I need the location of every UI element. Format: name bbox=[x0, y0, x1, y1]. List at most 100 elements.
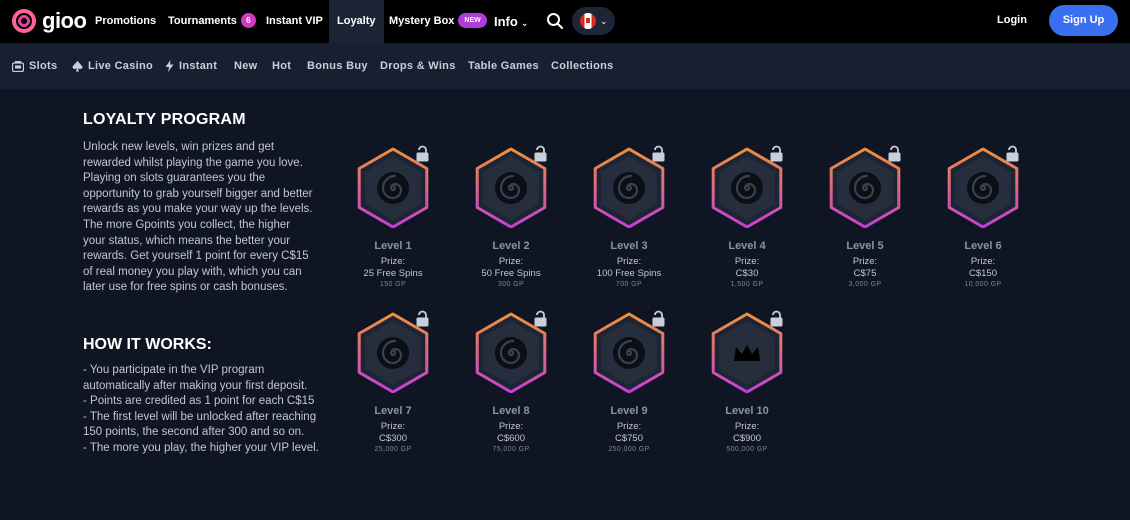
level-prize: Prize: 50 Free Spins bbox=[461, 256, 561, 279]
logo[interactable]: gioo bbox=[12, 8, 87, 34]
prize-label: Prize: bbox=[616, 256, 642, 267]
nav-loyalty[interactable]: Loyalty bbox=[329, 0, 384, 43]
nav-mystery-box[interactable]: Mystery Box NEW bbox=[389, 0, 487, 43]
level-card: Level 6 Prize: C$150 10,000 GP bbox=[933, 144, 1033, 294]
category-drops-wins-label: Drops & Wins bbox=[380, 60, 456, 72]
level-name: Level 1 bbox=[374, 240, 412, 252]
level-points: 700 GP bbox=[615, 281, 643, 288]
new-badge: NEW bbox=[458, 12, 487, 28]
logo-icon bbox=[12, 9, 36, 33]
language-selector[interactable]: ⌄ bbox=[572, 7, 615, 35]
nav-instant-vip-label: Instant VIP bbox=[266, 15, 323, 27]
level-points: 25,000 GP bbox=[374, 446, 412, 453]
level-card: Level 9 Prize: C$750 250,000 GP bbox=[579, 309, 679, 459]
spiral-icon bbox=[849, 172, 881, 204]
level-card: Level 3 Prize: 100 Free Spins 700 GP bbox=[579, 144, 679, 294]
nav-info-label: Info bbox=[494, 14, 518, 29]
level-card: Level 5 Prize: C$75 3,000 GP bbox=[815, 144, 915, 294]
level-points: 10,000 GP bbox=[964, 281, 1002, 288]
level-prize: Prize: 100 Free Spins bbox=[579, 256, 679, 279]
level-name: Level 6 bbox=[964, 240, 1002, 252]
how-it-works-item: - The more you play, the higher your VIP… bbox=[83, 441, 319, 454]
prize-value: 50 Free Spins bbox=[481, 267, 541, 279]
level-prize: Prize: C$30 bbox=[697, 256, 797, 279]
nav-instant-vip[interactable]: Instant VIP bbox=[266, 0, 323, 43]
level-points: 250,000 GP bbox=[608, 446, 650, 453]
spiral-icon bbox=[495, 172, 527, 204]
category-hot-label: Hot bbox=[272, 60, 292, 72]
login-button[interactable]: Login bbox=[997, 0, 1027, 40]
prize-label: Prize: bbox=[970, 256, 996, 267]
lock-icon bbox=[416, 310, 429, 327]
nav-promotions-label: Promotions bbox=[95, 15, 157, 27]
category-hot[interactable]: Hot bbox=[272, 43, 291, 89]
category-new[interactable]: New bbox=[234, 43, 258, 89]
nav-mystery-box-label: Mystery Box bbox=[389, 15, 455, 27]
level-badge bbox=[593, 145, 665, 228]
spiral-icon bbox=[613, 337, 645, 369]
signup-button[interactable]: Sign Up bbox=[1049, 5, 1118, 36]
category-slots[interactable]: Slots bbox=[12, 43, 57, 89]
category-collections[interactable]: Collections bbox=[551, 43, 614, 89]
lock-icon bbox=[770, 310, 783, 327]
lock-icon bbox=[652, 145, 665, 162]
prize-value: C$150 bbox=[969, 267, 997, 279]
level-prize: Prize: C$75 bbox=[815, 256, 915, 279]
level-prize: Prize: C$600 bbox=[461, 421, 561, 444]
level-name: Level 2 bbox=[492, 240, 530, 252]
top-navigation: gioo Promotions Tournaments 6 Instant VIP… bbox=[0, 0, 1130, 43]
category-bonus-buy-label: Bonus Buy bbox=[307, 60, 368, 72]
prize-value: C$30 bbox=[735, 267, 759, 279]
lock-icon bbox=[534, 145, 547, 162]
level-name: Level 8 bbox=[492, 405, 530, 417]
how-it-works-item: - The first level will be unlocked after… bbox=[83, 410, 317, 439]
level-card: Level 10 Prize: C$900 500,000 GP bbox=[697, 309, 797, 459]
level-prize: Prize: C$300 bbox=[343, 421, 443, 444]
prize-label: Prize: bbox=[498, 421, 524, 432]
lock-icon bbox=[770, 145, 783, 162]
category-live-casino[interactable]: Live Casino bbox=[72, 43, 153, 89]
category-drops-wins[interactable]: Drops & Wins bbox=[380, 43, 456, 89]
search-icon[interactable] bbox=[546, 12, 564, 30]
loyalty-description: Unlock new levels, win prizes and get re… bbox=[83, 141, 313, 294]
chevron-down-icon: ⌄ bbox=[520, 18, 529, 28]
level-badge bbox=[593, 310, 665, 393]
nav-info[interactable]: Info ⌄ bbox=[494, 0, 528, 43]
category-table-games[interactable]: Table Games bbox=[468, 43, 539, 89]
level-card: Level 1 Prize: 25 Free Spins 150 GP bbox=[343, 144, 443, 294]
category-live-casino-label: Live Casino bbox=[88, 60, 154, 72]
level-prize: Prize: C$150 bbox=[933, 256, 1033, 279]
prize-label: Prize: bbox=[734, 256, 760, 267]
category-instant[interactable]: Instant bbox=[165, 43, 217, 89]
category-new-label: New bbox=[234, 60, 258, 72]
prize-value: 25 Free Spins bbox=[363, 267, 423, 279]
nav-promotions[interactable]: Promotions bbox=[95, 0, 156, 43]
prize-label: Prize: bbox=[734, 421, 760, 432]
lightning-icon bbox=[165, 60, 174, 73]
spiral-icon bbox=[495, 337, 527, 369]
nav-loyalty-label: Loyalty bbox=[337, 15, 376, 27]
level-points: 1,500 GP bbox=[730, 281, 764, 288]
level-badge bbox=[357, 310, 429, 393]
prize-label: Prize: bbox=[852, 256, 878, 267]
nav-tournaments[interactable]: Tournaments 6 bbox=[168, 0, 256, 43]
category-bar: Slots Live Casino Instant New Hot Bonus … bbox=[0, 43, 1130, 89]
prize-value: C$900 bbox=[733, 432, 761, 444]
lock-icon bbox=[416, 145, 429, 162]
spiral-icon bbox=[613, 172, 645, 204]
canada-flag-icon bbox=[580, 13, 596, 29]
how-it-works-item: - Points are credited as 1 point for eac… bbox=[83, 395, 315, 408]
how-it-works-title: HOW IT WORKS: bbox=[83, 336, 212, 353]
tournaments-count-badge: 6 bbox=[240, 12, 256, 28]
level-card: Level 8 Prize: C$600 75,000 GP bbox=[461, 309, 561, 459]
level-points: 3,000 GP bbox=[848, 281, 882, 288]
how-it-works-list: - You participate in the VIP program aut… bbox=[83, 363, 323, 457]
prize-label: Prize: bbox=[498, 256, 524, 267]
level-card: Level 7 Prize: C$300 25,000 GP bbox=[343, 309, 443, 459]
logo-text: gioo bbox=[42, 8, 87, 33]
category-bonus-buy[interactable]: Bonus Buy bbox=[307, 43, 368, 89]
prize-label: Prize: bbox=[380, 421, 406, 432]
category-collections-label: Collections bbox=[551, 60, 614, 72]
level-prize: Prize: 25 Free Spins bbox=[343, 256, 443, 279]
spiral-icon bbox=[731, 172, 763, 204]
